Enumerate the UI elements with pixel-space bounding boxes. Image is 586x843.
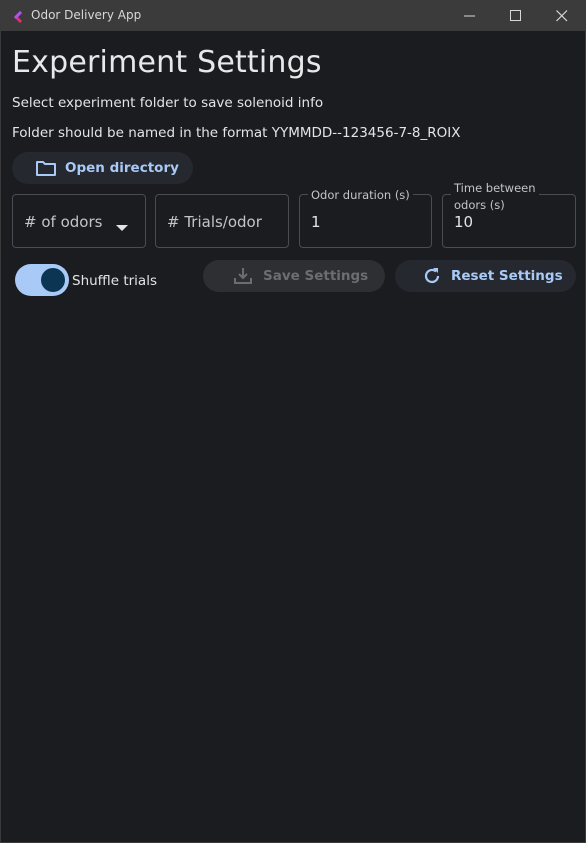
trials-per-odor-field[interactable]: # Trials/odor [155,194,289,248]
open-directory-label: Open directory [65,160,179,176]
time-between-value: 10 [454,213,474,231]
folder-icon [35,158,57,182]
minimize-button[interactable] [447,1,493,31]
shuffle-trials-toggle[interactable] [15,264,69,296]
save-settings-button[interactable]: Save Settings [203,260,385,292]
close-icon [556,10,568,22]
folder-format-hint: Folder should be named in the format YYM… [12,125,461,141]
time-between-odors-field[interactable]: Time between odors (s) 10 [442,180,576,248]
odor-duration-label: Odor duration (s) [308,187,413,204]
time-between-label: Time between odors (s) [451,180,539,214]
page-title: Experiment Settings [12,45,322,80]
folder-instruction: Select experiment folder to save solenoi… [12,95,324,111]
open-directory-button[interactable]: Open directory [12,152,193,184]
shuffle-trials-label: Shuffle trials [72,273,157,289]
reset-settings-label: Reset Settings [451,268,563,284]
download-icon [233,266,253,290]
refresh-icon [422,266,442,290]
save-settings-label: Save Settings [263,268,369,284]
app-window: Odor Delivery App Experiment Settings Se… [0,0,586,843]
minimize-icon [464,15,475,17]
close-button[interactable] [539,1,585,31]
num-odors-dropdown[interactable]: # of odors [12,194,146,248]
odor-duration-field[interactable]: Odor duration (s) 1 [299,187,432,248]
maximize-button[interactable] [493,1,539,31]
num-odors-placeholder: # of odors [24,213,103,231]
dropdown-arrow-icon [116,217,128,236]
trials-per-odor-placeholder: # Trials/odor [167,213,262,231]
time-between-label-line2: odors (s) [454,197,536,214]
window-title: Odor Delivery App [31,8,142,22]
maximize-icon [510,10,521,21]
odor-duration-value: 1 [311,213,321,231]
app-logo-icon [11,9,25,23]
time-between-label-line1: Time between [454,180,536,197]
title-bar[interactable]: Odor Delivery App [1,1,585,31]
reset-settings-button[interactable]: Reset Settings [395,260,576,292]
toggle-knob [41,268,65,292]
